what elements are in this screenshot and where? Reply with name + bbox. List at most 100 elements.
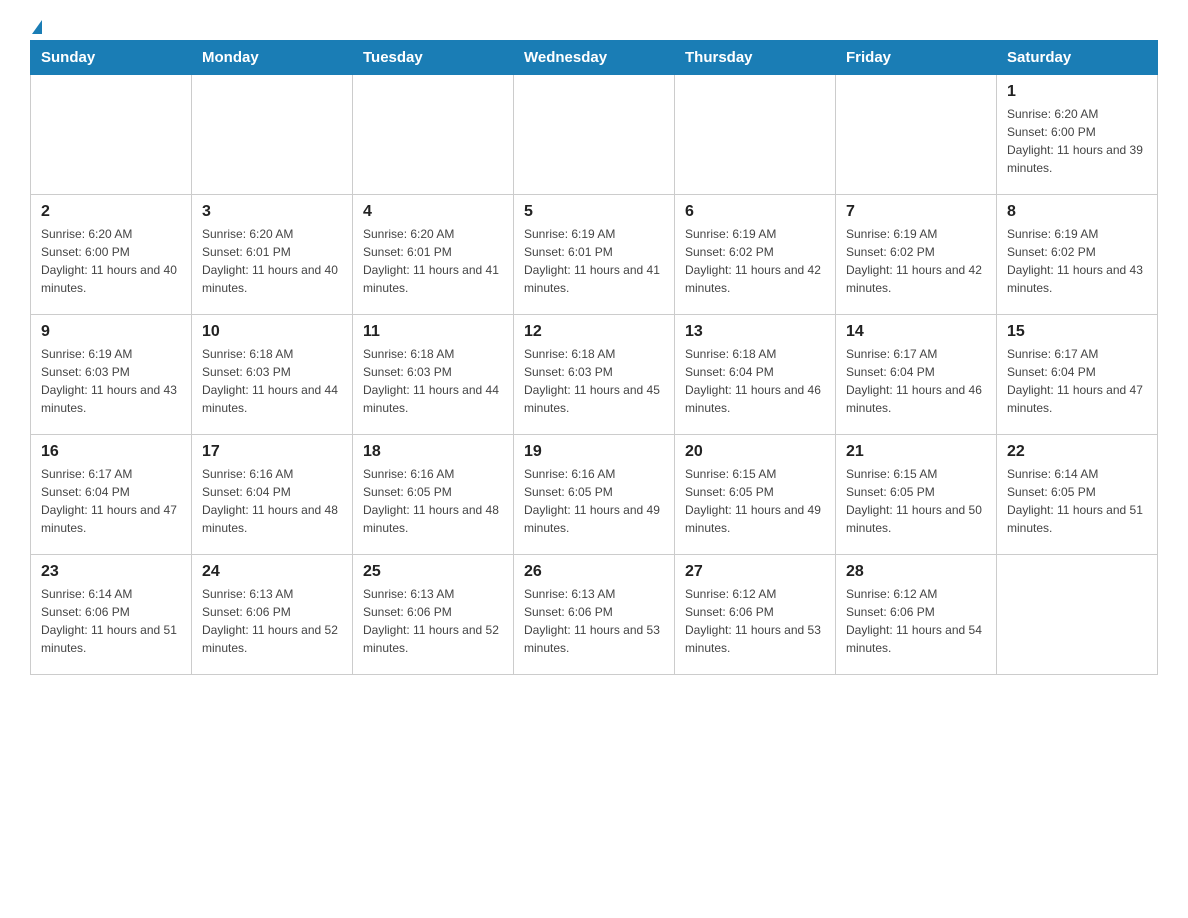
day-number: 23 — [41, 563, 181, 581]
calendar-cell — [192, 75, 353, 195]
day-info: Sunrise: 6:13 AM Sunset: 6:06 PM Dayligh… — [524, 585, 664, 657]
day-number: 14 — [846, 323, 986, 341]
calendar-cell: 6 Sunrise: 6:19 AM Sunset: 6:02 PM Daylig… — [675, 195, 836, 315]
calendar-week-row: 16 Sunrise: 6:17 AM Sunset: 6:04 PM Dayli… — [31, 435, 1158, 555]
calendar-week-row: 1 Sunrise: 6:20 AM Sunset: 6:00 PM Daylig… — [31, 75, 1158, 195]
day-number: 27 — [685, 563, 825, 581]
calendar-cell: 3 Sunrise: 6:20 AM Sunset: 6:01 PM Daylig… — [192, 195, 353, 315]
calendar-cell: 22Sunrise: 6:14 AM Sunset: 6:05 PM Dayli… — [997, 435, 1158, 555]
day-number: 25 — [363, 563, 503, 581]
calendar-cell: 9 Sunrise: 6:19 AM Sunset: 6:03 PM Daylig… — [31, 315, 192, 435]
page-header — [30, 20, 1158, 30]
calendar-cell: 13Sunrise: 6:18 AM Sunset: 6:04 PM Dayli… — [675, 315, 836, 435]
day-number: 8 — [1007, 203, 1147, 221]
day-info: Sunrise: 6:15 AM Sunset: 6:05 PM Dayligh… — [685, 465, 825, 537]
calendar-week-row: 23 Sunrise: 6:14 AM Sunset: 6:06 PM Dayli… — [31, 555, 1158, 675]
day-of-week-header: Sunday — [31, 41, 192, 75]
calendar-cell: 27 Sunrise: 6:12 AM Sunset: 6:06 PM Dayli… — [675, 555, 836, 675]
day-number: 15 — [1007, 323, 1147, 341]
logo — [30, 20, 42, 30]
day-info: Sunrise: 6:18 AM Sunset: 6:03 PM Dayligh… — [524, 345, 664, 417]
day-info: Sunrise: 6:19 AM Sunset: 6:03 PM Dayligh… — [41, 345, 181, 417]
day-number: 6 — [685, 203, 825, 221]
day-info: Sunrise: 6:20 AM Sunset: 6:00 PM Dayligh… — [1007, 105, 1147, 177]
calendar-cell: 25 Sunrise: 6:13 AM Sunset: 6:06 PM Dayli… — [353, 555, 514, 675]
calendar-header-row: SundayMondayTuesdayWednesdayThursdayFrid… — [31, 41, 1158, 75]
day-info: Sunrise: 6:19 AM Sunset: 6:01 PM Dayligh… — [524, 225, 664, 297]
day-info: Sunrise: 6:13 AM Sunset: 6:06 PM Dayligh… — [363, 585, 503, 657]
day-info: Sunrise: 6:12 AM Sunset: 6:06 PM Dayligh… — [846, 585, 986, 657]
calendar-cell: 4 Sunrise: 6:20 AM Sunset: 6:01 PM Daylig… — [353, 195, 514, 315]
calendar-cell: 18 Sunrise: 6:16 AM Sunset: 6:05 PM Dayli… — [353, 435, 514, 555]
day-number: 10 — [202, 323, 342, 341]
calendar-cell — [675, 75, 836, 195]
day-info: Sunrise: 6:16 AM Sunset: 6:04 PM Dayligh… — [202, 465, 342, 537]
calendar-cell: 21 Sunrise: 6:15 AM Sunset: 6:05 PM Dayli… — [836, 435, 997, 555]
calendar-cell: 8 Sunrise: 6:19 AM Sunset: 6:02 PM Daylig… — [997, 195, 1158, 315]
day-number: 3 — [202, 203, 342, 221]
calendar-cell: 14 Sunrise: 6:17 AM Sunset: 6:04 PM Dayli… — [836, 315, 997, 435]
calendar-table: SundayMondayTuesdayWednesdayThursdayFrid… — [30, 40, 1158, 675]
calendar-cell — [31, 75, 192, 195]
day-info: Sunrise: 6:19 AM Sunset: 6:02 PM Dayligh… — [846, 225, 986, 297]
day-number: 19 — [524, 443, 664, 461]
day-number: 1 — [1007, 83, 1147, 101]
day-number: 13 — [685, 323, 825, 341]
day-info: Sunrise: 6:20 AM Sunset: 6:01 PM Dayligh… — [363, 225, 503, 297]
day-info: Sunrise: 6:15 AM Sunset: 6:05 PM Dayligh… — [846, 465, 986, 537]
calendar-cell: 2 Sunrise: 6:20 AM Sunset: 6:00 PM Daylig… — [31, 195, 192, 315]
day-number: 5 — [524, 203, 664, 221]
day-info: Sunrise: 6:19 AM Sunset: 6:02 PM Dayligh… — [1007, 225, 1147, 297]
day-number: 24 — [202, 563, 342, 581]
day-number: 26 — [524, 563, 664, 581]
day-number: 12 — [524, 323, 664, 341]
calendar-cell: 26 Sunrise: 6:13 AM Sunset: 6:06 PM Dayli… — [514, 555, 675, 675]
day-info: Sunrise: 6:17 AM Sunset: 6:04 PM Dayligh… — [41, 465, 181, 537]
day-of-week-header: Wednesday — [514, 41, 675, 75]
calendar-cell: 17Sunrise: 6:16 AM Sunset: 6:04 PM Dayli… — [192, 435, 353, 555]
day-number: 28 — [846, 563, 986, 581]
day-info: Sunrise: 6:14 AM Sunset: 6:06 PM Dayligh… — [41, 585, 181, 657]
day-number: 9 — [41, 323, 181, 341]
day-info: Sunrise: 6:18 AM Sunset: 6:03 PM Dayligh… — [363, 345, 503, 417]
calendar-cell — [353, 75, 514, 195]
day-info: Sunrise: 6:19 AM Sunset: 6:02 PM Dayligh… — [685, 225, 825, 297]
calendar-cell: 24 Sunrise: 6:13 AM Sunset: 6:06 PM Dayli… — [192, 555, 353, 675]
calendar-cell: 5 Sunrise: 6:19 AM Sunset: 6:01 PM Daylig… — [514, 195, 675, 315]
calendar-cell — [836, 75, 997, 195]
day-number: 20 — [685, 443, 825, 461]
day-number: 18 — [363, 443, 503, 461]
day-of-week-header: Tuesday — [353, 41, 514, 75]
day-info: Sunrise: 6:18 AM Sunset: 6:03 PM Dayligh… — [202, 345, 342, 417]
calendar-cell: 20 Sunrise: 6:15 AM Sunset: 6:05 PM Dayli… — [675, 435, 836, 555]
day-info: Sunrise: 6:17 AM Sunset: 6:04 PM Dayligh… — [846, 345, 986, 417]
day-number: 21 — [846, 443, 986, 461]
day-info: Sunrise: 6:14 AM Sunset: 6:05 PM Dayligh… — [1007, 465, 1147, 537]
day-number: 2 — [41, 203, 181, 221]
calendar-cell — [514, 75, 675, 195]
day-number: 4 — [363, 203, 503, 221]
day-number: 16 — [41, 443, 181, 461]
calendar-cell: 19 Sunrise: 6:16 AM Sunset: 6:05 PM Dayli… — [514, 435, 675, 555]
day-number: 11 — [363, 323, 503, 341]
calendar-cell: 16 Sunrise: 6:17 AM Sunset: 6:04 PM Dayli… — [31, 435, 192, 555]
calendar-cell — [997, 555, 1158, 675]
calendar-cell: 7Sunrise: 6:19 AM Sunset: 6:02 PM Daylig… — [836, 195, 997, 315]
day-of-week-header: Thursday — [675, 41, 836, 75]
calendar-cell: 28 Sunrise: 6:12 AM Sunset: 6:06 PM Dayli… — [836, 555, 997, 675]
day-of-week-header: Friday — [836, 41, 997, 75]
day-info: Sunrise: 6:17 AM Sunset: 6:04 PM Dayligh… — [1007, 345, 1147, 417]
day-info: Sunrise: 6:20 AM Sunset: 6:01 PM Dayligh… — [202, 225, 342, 297]
day-info: Sunrise: 6:13 AM Sunset: 6:06 PM Dayligh… — [202, 585, 342, 657]
day-of-week-header: Monday — [192, 41, 353, 75]
day-info: Sunrise: 6:12 AM Sunset: 6:06 PM Dayligh… — [685, 585, 825, 657]
calendar-week-row: 2 Sunrise: 6:20 AM Sunset: 6:00 PM Daylig… — [31, 195, 1158, 315]
day-info: Sunrise: 6:20 AM Sunset: 6:00 PM Dayligh… — [41, 225, 181, 297]
calendar-cell: 23 Sunrise: 6:14 AM Sunset: 6:06 PM Dayli… — [31, 555, 192, 675]
calendar-cell: 12 Sunrise: 6:18 AM Sunset: 6:03 PM Dayli… — [514, 315, 675, 435]
calendar-cell: 11 Sunrise: 6:18 AM Sunset: 6:03 PM Dayli… — [353, 315, 514, 435]
logo-triangle-icon — [32, 20, 42, 34]
day-info: Sunrise: 6:16 AM Sunset: 6:05 PM Dayligh… — [363, 465, 503, 537]
day-info: Sunrise: 6:16 AM Sunset: 6:05 PM Dayligh… — [524, 465, 664, 537]
calendar-cell: 10 Sunrise: 6:18 AM Sunset: 6:03 PM Dayli… — [192, 315, 353, 435]
